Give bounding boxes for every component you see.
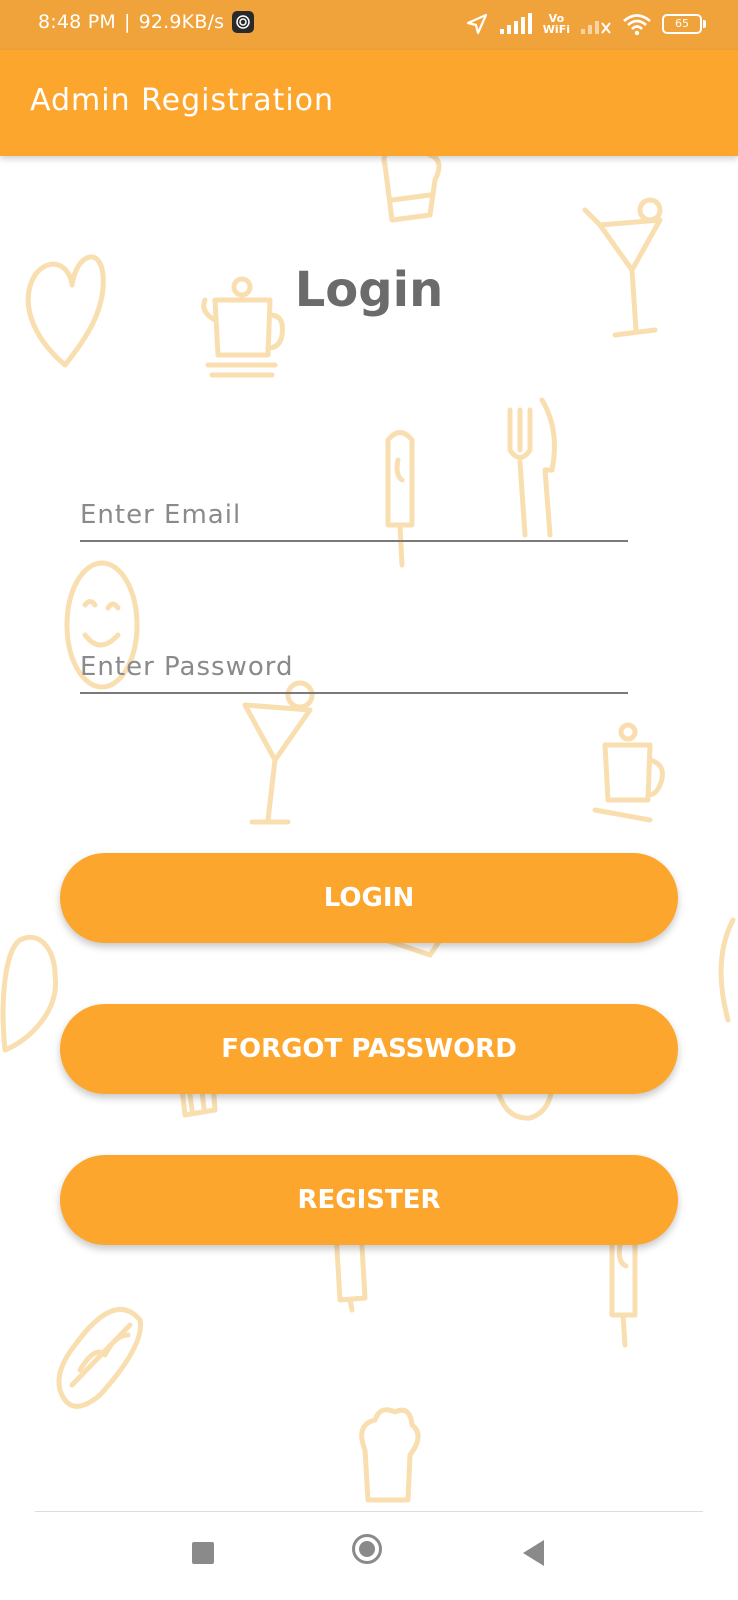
drink-icon	[242, 680, 315, 825]
status-separator: |	[123, 11, 131, 33]
app-bar-title: Admin Registration	[30, 83, 335, 118]
register-button[interactable]: REGISTER	[60, 1155, 678, 1245]
login-screen: 8:48 PM | 92.9KB/s Vo WiFi 65 Admin Regi…	[0, 0, 738, 1600]
navigation-bar	[0, 1512, 738, 1600]
signal-icon	[499, 13, 532, 34]
back-triangle-icon[interactable]	[523, 1540, 544, 1566]
teapot-icon	[592, 722, 665, 823]
wifi-icon	[623, 14, 651, 36]
signal-no-service-icon	[581, 21, 611, 34]
status-right: Vo WiFi 65	[465, 12, 706, 36]
status-bar: 8:48 PM | 92.9KB/s Vo WiFi 65	[0, 0, 738, 50]
location-arrow-icon	[466, 13, 487, 35]
forgot-password-button[interactable]: FORGOT PASSWORD	[60, 1004, 678, 1094]
background-doodles	[0, 156, 736, 1503]
app-bar: Admin Registration	[0, 50, 738, 156]
vowifi-icon: Vo WiFi	[543, 13, 570, 35]
recents-square-icon[interactable]	[192, 1542, 214, 1564]
heart-icon	[0, 935, 59, 1053]
home-circle-icon[interactable]	[352, 1534, 382, 1564]
battery-icon: 65	[662, 14, 706, 34]
email-field[interactable]	[80, 490, 628, 542]
hotdog-icon	[56, 1307, 143, 1409]
chef-hat-icon	[381, 156, 442, 223]
password-field[interactable]	[80, 642, 628, 694]
network-speed: 92.9KB/s	[138, 11, 225, 33]
status-time: 8:48 PM	[38, 11, 116, 33]
status-left: 8:48 PM | 92.9KB/s	[38, 11, 255, 33]
login-heading: Login	[294, 262, 444, 318]
vowifi-bottom: WiFi	[542, 23, 570, 36]
chef-hat-icon	[359, 1407, 421, 1503]
login-button[interactable]: LOGIN	[60, 853, 678, 943]
app-notification-icon	[232, 11, 255, 33]
